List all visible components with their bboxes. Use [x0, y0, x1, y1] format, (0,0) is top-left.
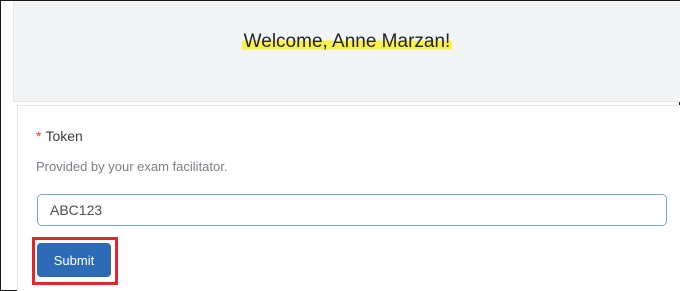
- page-header: Welcome, Anne Marzan!: [13, 1, 680, 102]
- screenshot-frame: Welcome, Anne Marzan! * Token Provided by…: [0, 0, 680, 291]
- welcome-text: Welcome, Anne Marzan!: [241, 31, 453, 52]
- welcome-heading: Welcome, Anne Marzan!: [14, 31, 680, 53]
- token-input[interactable]: [37, 194, 667, 226]
- token-help-text: Provided by your exam facilitator.: [36, 159, 228, 174]
- token-field-label: * Token: [36, 128, 83, 144]
- token-label-text: Token: [45, 128, 83, 144]
- required-marker: *: [36, 128, 42, 144]
- submit-button[interactable]: Submit: [37, 243, 111, 277]
- token-form: * Token Provided by your exam facilitator…: [17, 105, 680, 291]
